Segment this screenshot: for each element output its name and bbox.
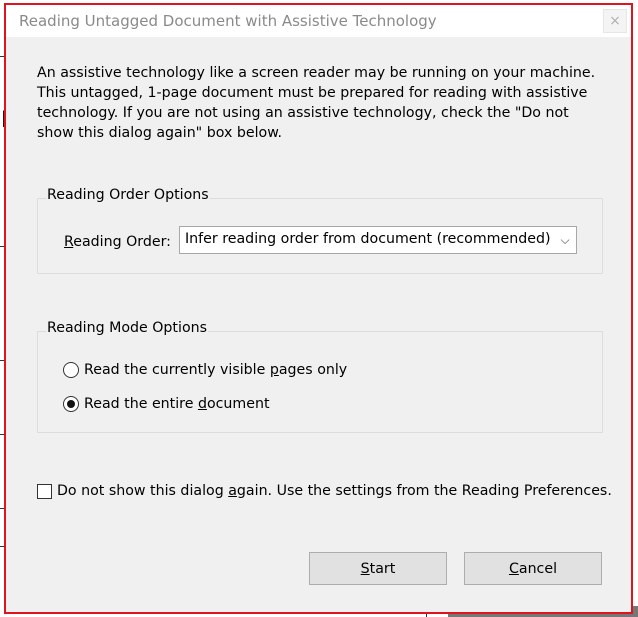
dont-show-again-row[interactable]: Do not show this dialog again. Use the s…	[37, 483, 612, 499]
reading-mode-legend: Reading Mode Options	[46, 320, 209, 336]
radio-label: Read the entire document	[84, 396, 270, 412]
start-button[interactable]: Start	[309, 552, 447, 585]
mnemonic: S	[360, 560, 370, 577]
radio-entire-document[interactable]: Read the entire document	[63, 396, 270, 412]
label-part: Do not show this dialog	[57, 483, 229, 499]
mnemonic: R	[64, 234, 74, 250]
label-part: Read the currently visible	[84, 362, 270, 378]
intro-line: This untagged, 1-page document must be p…	[37, 85, 588, 101]
dialog-titlebar: Reading Untagged Document with Assistive…	[6, 5, 631, 37]
radio-label: Read the currently visible pages only	[84, 362, 347, 378]
dont-show-again-checkbox[interactable]	[37, 483, 52, 499]
close-button[interactable]: ×	[603, 9, 627, 33]
label-part: ages only	[278, 362, 348, 378]
intro-line: technology. If you are not using an assi…	[37, 105, 569, 121]
radio-button[interactable]	[63, 362, 79, 378]
dont-show-again-label: Do not show this dialog again. Use the s…	[57, 483, 612, 499]
mnemonic: d	[197, 396, 207, 412]
label-part: ocument	[206, 396, 270, 412]
mnemonic: C	[508, 560, 519, 577]
label-part: tart	[369, 560, 396, 577]
cancel-label: Cancel	[509, 561, 557, 577]
label-part: ancel	[518, 560, 558, 577]
reading-order-group: Reading Order Options Reading Order: Inf…	[37, 187, 603, 274]
label-rest: eading Order:	[73, 234, 171, 250]
intro-line: An assistive technology like a screen re…	[37, 65, 596, 81]
mnemonic: p	[269, 362, 279, 378]
chevron-down-icon[interactable]: ⌵	[554, 227, 576, 253]
mnemonic: a	[228, 483, 237, 499]
reading-order-legend: Reading Order Options	[46, 187, 210, 203]
reading-untagged-dialog: Reading Untagged Document with Assistive…	[5, 4, 632, 613]
label-part: Read the entire	[84, 396, 198, 412]
close-icon: ×	[609, 13, 621, 29]
label-part: gain. Use the settings from the Reading …	[236, 483, 612, 499]
reading-order-select[interactable]: Infer reading order from document (recom…	[179, 226, 577, 254]
intro-line: show this dialog again" box below.	[37, 125, 283, 141]
intro-text: An assistive technology like a screen re…	[37, 63, 596, 143]
radio-visible-pages[interactable]: Read the currently visible pages only	[63, 362, 347, 378]
radio-button-checked[interactable]	[63, 396, 79, 412]
dialog-title: Reading Untagged Document with Assistive…	[19, 12, 437, 30]
reading-order-value: Infer reading order from document (recom…	[185, 231, 551, 247]
cancel-button[interactable]: Cancel	[464, 552, 602, 585]
reading-order-label: Reading Order:	[64, 234, 171, 250]
start-label: Start	[361, 561, 396, 577]
reading-mode-group: Reading Mode Options Read the currently …	[37, 320, 603, 433]
